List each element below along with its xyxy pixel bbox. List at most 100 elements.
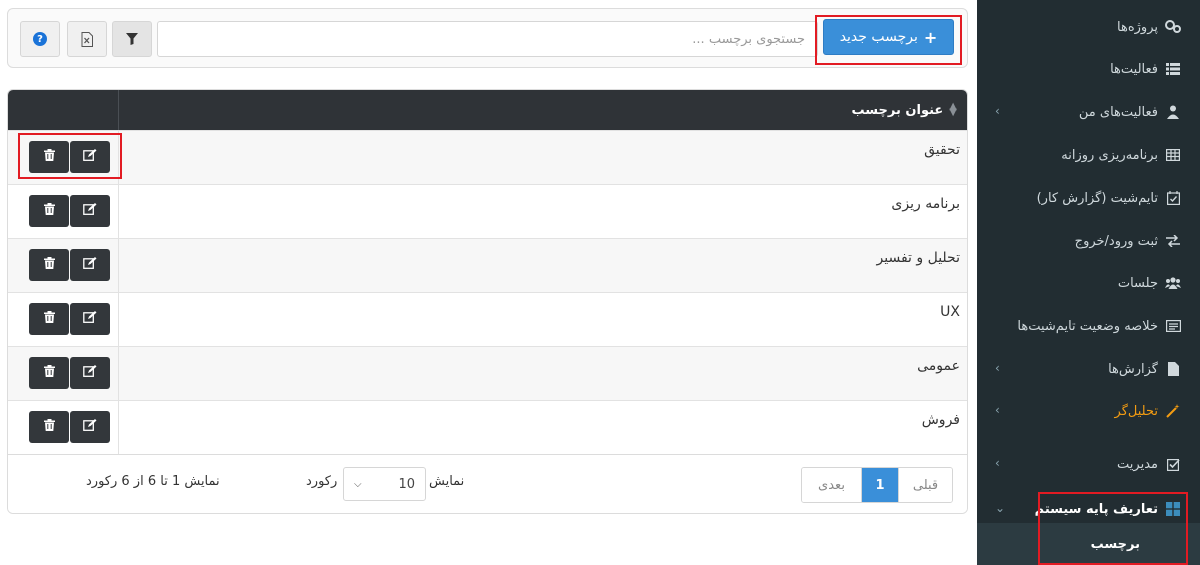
edit-button[interactable] bbox=[70, 195, 110, 227]
edit-icon bbox=[83, 365, 97, 381]
sidebar-subitem-tag[interactable]: برچسب bbox=[977, 523, 1200, 565]
delete-button[interactable] bbox=[29, 411, 69, 443]
tags-table: ▲ ▼ عنوان برچسب تحقیق برنامه ریزی تحلیل و ت… bbox=[7, 89, 968, 514]
sidebar-item-label: فعالیت‌های من bbox=[1078, 104, 1158, 120]
prev-page-button[interactable]: قبلی bbox=[898, 468, 952, 502]
sidebar-item-list[interactable]: فعالیت‌ها bbox=[977, 52, 1200, 86]
chevron-icon: › bbox=[995, 361, 1000, 375]
cell-divider bbox=[118, 293, 119, 347]
next-page-button[interactable]: بعدی bbox=[802, 468, 862, 502]
user-tasks-icon bbox=[1164, 103, 1182, 121]
column-header-title[interactable]: ▲ ▼ عنوان برچسب bbox=[852, 90, 957, 130]
sidebar-item-id-card[interactable]: خلاصه وضعیت تایم‌شیت‌ها bbox=[977, 309, 1200, 343]
exchange-icon bbox=[1164, 232, 1182, 250]
filter-button[interactable] bbox=[112, 21, 152, 57]
help-button[interactable]: ? bbox=[20, 21, 60, 57]
sidebar-item-windows[interactable]: تعاریف پایه سیستم ⌄ bbox=[977, 492, 1200, 526]
sidebar-item-users[interactable]: جلسات bbox=[977, 266, 1200, 300]
show-label: نمایش bbox=[429, 474, 465, 489]
new-tag-button[interactable]: + برچسب جدید bbox=[823, 19, 954, 55]
sidebar-item-magic-wand[interactable]: تحلیل‌گر › bbox=[977, 394, 1200, 428]
edit-icon bbox=[83, 311, 97, 327]
trash-icon bbox=[43, 365, 55, 381]
trash-icon bbox=[43, 203, 55, 219]
toolbar: + برچسب جدید ? bbox=[7, 8, 968, 68]
tag-title: تحلیل و تفسیر bbox=[876, 250, 960, 266]
page-size-value: 10 bbox=[398, 476, 415, 492]
delete-button[interactable] bbox=[29, 141, 69, 173]
sort-icon: ▲ ▼ bbox=[949, 101, 957, 118]
table-header: ▲ ▼ عنوان برچسب bbox=[8, 90, 967, 130]
edit-icon bbox=[83, 419, 97, 435]
chevron-icon: › bbox=[995, 104, 1000, 118]
tag-title: عمومی bbox=[917, 358, 960, 374]
projects-icon bbox=[1164, 18, 1182, 36]
trash-icon bbox=[43, 311, 55, 327]
sidebar-item-label: جلسات bbox=[1117, 275, 1158, 291]
cell-divider bbox=[118, 239, 119, 293]
record-label: رکورد bbox=[306, 474, 338, 489]
checkbox-icon bbox=[1164, 455, 1182, 473]
search-input[interactable] bbox=[157, 21, 818, 57]
chevron-down-icon: ⌵ bbox=[354, 478, 362, 490]
delete-button[interactable] bbox=[29, 195, 69, 227]
column-header-label: عنوان برچسب bbox=[851, 102, 944, 118]
edit-button[interactable] bbox=[70, 411, 110, 443]
users-icon bbox=[1164, 274, 1182, 292]
table-row: تحلیل و تفسیر bbox=[8, 238, 967, 293]
cell-divider bbox=[118, 131, 119, 185]
cell-divider bbox=[118, 347, 119, 401]
tag-title: برنامه ریزی bbox=[891, 196, 960, 212]
sidebar-item-label: تحلیل‌گر bbox=[1114, 403, 1158, 419]
current-page-button[interactable]: 1 bbox=[862, 468, 898, 502]
page-size-select[interactable]: ⌵ 10 bbox=[343, 467, 426, 501]
sidebar-item-projects[interactable]: پروژه‌ها bbox=[977, 10, 1200, 44]
header-divider bbox=[118, 90, 119, 130]
chevron-icon: ⌄ bbox=[995, 501, 1006, 515]
magic-wand-icon bbox=[1164, 402, 1182, 420]
tag-title: فروش bbox=[921, 412, 960, 428]
export-excel-button[interactable] bbox=[67, 21, 107, 57]
edit-icon bbox=[83, 149, 97, 165]
tag-title: UX bbox=[940, 304, 960, 320]
trash-icon bbox=[43, 257, 55, 273]
edit-button[interactable] bbox=[70, 357, 110, 389]
cell-divider bbox=[118, 185, 119, 239]
filter-icon bbox=[126, 33, 138, 45]
sidebar-item-label: فعالیت‌ها bbox=[1110, 61, 1158, 77]
sidebar-item-label: برنامه‌ریزی روزانه bbox=[1061, 147, 1158, 163]
edit-button[interactable] bbox=[70, 141, 110, 173]
trash-icon bbox=[43, 149, 55, 165]
excel-file-icon bbox=[81, 31, 93, 47]
file-icon bbox=[1164, 360, 1182, 378]
table-footer: بعدی 1 قبلی نمایش ⌵ 10 رکورد نمایش 1 تا … bbox=[8, 454, 967, 513]
delete-button[interactable] bbox=[29, 249, 69, 281]
delete-button[interactable] bbox=[29, 357, 69, 389]
edit-button[interactable] bbox=[70, 249, 110, 281]
windows-icon bbox=[1164, 500, 1182, 518]
sidebar-item-grid[interactable]: برنامه‌ریزی روزانه bbox=[977, 138, 1200, 172]
table-row: برنامه ریزی bbox=[8, 184, 967, 239]
sidebar-item-user-tasks[interactable]: فعالیت‌های من › bbox=[977, 95, 1200, 129]
edit-button[interactable] bbox=[70, 303, 110, 335]
sidebar-item-file[interactable]: گزارش‌ها › bbox=[977, 352, 1200, 386]
delete-button[interactable] bbox=[29, 303, 69, 335]
calendar-check-icon bbox=[1164, 189, 1182, 207]
plus-icon: + bbox=[923, 27, 938, 47]
sidebar-item-label: پروژه‌ها bbox=[1117, 19, 1158, 35]
help-icon: ? bbox=[33, 32, 47, 46]
table-row: تحقیق bbox=[8, 130, 967, 185]
cell-divider bbox=[118, 401, 119, 455]
pagination-info: نمایش 1 تا 6 از 6 رکورد bbox=[86, 474, 220, 489]
sidebar-item-checkbox[interactable]: مدیریت › bbox=[977, 447, 1200, 481]
chevron-icon: › bbox=[995, 403, 1000, 417]
edit-icon bbox=[83, 203, 97, 219]
table-row: فروش bbox=[8, 400, 967, 455]
new-tag-button-label: برچسب جدید bbox=[839, 29, 918, 45]
sidebar-item-calendar-check[interactable]: تایم‌شیت (گزارش کار) bbox=[977, 181, 1200, 215]
grid-icon bbox=[1164, 146, 1182, 164]
sidebar-item-label: مدیریت bbox=[1117, 456, 1158, 472]
sidebar-subitem-label: برچسب bbox=[1090, 536, 1140, 552]
sidebar-item-label: ثبت ورود/خروج bbox=[1074, 233, 1158, 249]
sidebar-item-exchange[interactable]: ثبت ورود/خروج bbox=[977, 224, 1200, 258]
